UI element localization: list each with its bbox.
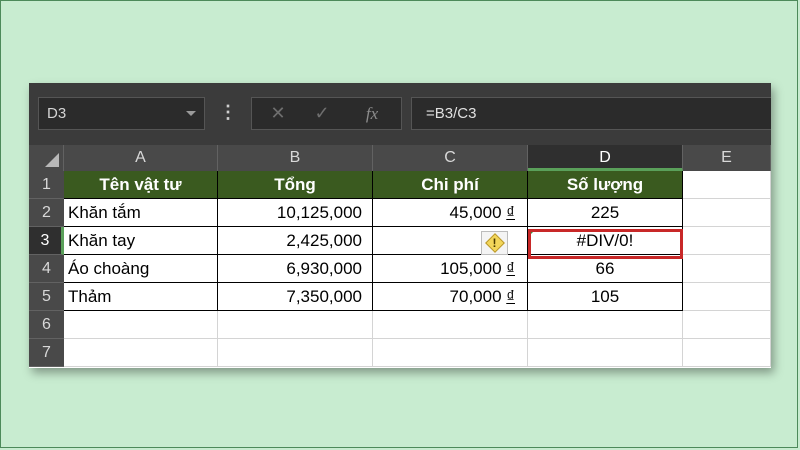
cell-b4[interactable]: 6,930,000 — [218, 255, 373, 283]
cell-d5[interactable]: 105 — [528, 283, 683, 311]
error-warning-button[interactable]: ! — [481, 231, 508, 255]
select-all-button[interactable] — [29, 145, 64, 171]
cell-a7[interactable] — [64, 339, 218, 367]
cell-a6[interactable] — [64, 311, 218, 339]
chevron-down-icon[interactable] — [186, 111, 196, 116]
more-options-icon[interactable]: ⋮ — [219, 97, 237, 130]
currency-symbol: ₫ — [506, 203, 515, 222]
column-header-c[interactable]: C — [373, 145, 528, 171]
row-header-2[interactable]: 2 — [29, 199, 64, 227]
select-all-icon — [45, 153, 59, 167]
cost-value: 45,000 — [449, 203, 502, 222]
exclamation-icon: ! — [492, 236, 497, 250]
cell-a5[interactable]: Thảm — [64, 283, 218, 311]
cell-b5[interactable]: 7,350,000 — [218, 283, 373, 311]
cell-e6[interactable] — [683, 311, 771, 339]
row-header-1[interactable]: 1 — [29, 171, 64, 199]
formula-bar: D3 ⋮ ✕ ✓ fx =B3/C3 — [29, 83, 771, 145]
formula-input[interactable]: =B3/C3 — [411, 97, 771, 130]
cell-a3[interactable]: Khăn tay — [64, 227, 218, 255]
row-header-4[interactable]: 4 — [29, 255, 64, 283]
row-header-6[interactable]: 6 — [29, 311, 64, 339]
cell-e7[interactable] — [683, 339, 771, 367]
header-cell-qty[interactable]: Số lượng — [528, 171, 683, 199]
cell-d6[interactable] — [528, 311, 683, 339]
cell-e5[interactable] — [683, 283, 771, 311]
cell-c5[interactable]: 70,000 ₫ — [373, 283, 528, 311]
column-header-a[interactable]: A — [64, 145, 218, 171]
cell-c2[interactable]: 45,000 ₫ — [373, 199, 528, 227]
column-header-e[interactable]: E — [683, 145, 771, 171]
currency-symbol: ₫ — [506, 287, 515, 306]
cell-e2[interactable] — [683, 199, 771, 227]
selected-cell-highlight — [528, 229, 683, 259]
cell-c4[interactable]: 105,000 ₫ — [373, 255, 528, 283]
currency-symbol: ₫ — [506, 259, 515, 278]
cell-b6[interactable] — [218, 311, 373, 339]
column-header-d[interactable]: D — [528, 145, 683, 171]
cell-c7[interactable] — [373, 339, 528, 367]
cell-d2[interactable]: 225 — [528, 199, 683, 227]
cell-e1[interactable] — [683, 171, 771, 199]
cell-d7[interactable] — [528, 339, 683, 367]
column-header-b[interactable]: B — [218, 145, 373, 171]
row-header-7[interactable]: 7 — [29, 339, 64, 367]
cell-d4[interactable]: 66 — [528, 255, 683, 283]
insert-function-icon[interactable]: fx — [352, 98, 392, 129]
cell-b7[interactable] — [218, 339, 373, 367]
cancel-icon[interactable]: ✕ — [258, 98, 298, 129]
header-cell-total[interactable]: Tổng — [218, 171, 373, 199]
cell-e3[interactable] — [683, 227, 771, 255]
cell-a4[interactable]: Áo choàng — [64, 255, 218, 283]
cost-value: 105,000 — [440, 259, 502, 278]
row-header-5[interactable]: 5 — [29, 283, 64, 311]
cell-b2[interactable]: 10,125,000 — [218, 199, 373, 227]
name-box[interactable]: D3 — [38, 97, 205, 130]
enter-icon[interactable]: ✓ — [302, 98, 342, 129]
cost-value: 70,000 — [449, 287, 502, 306]
row-header-3[interactable]: 3 — [29, 227, 64, 255]
formula-buttons: ✕ ✓ fx — [251, 97, 402, 130]
cell-a2[interactable]: Khăn tắm — [64, 199, 218, 227]
name-box-value: D3 — [47, 105, 67, 122]
cell-e4[interactable] — [683, 255, 771, 283]
header-cell-cost[interactable]: Chi phí — [373, 171, 528, 199]
cell-b3[interactable]: 2,425,000 — [218, 227, 373, 255]
header-cell-name[interactable]: Tên vật tư — [64, 171, 218, 199]
excel-window: D3 ⋮ ✕ ✓ fx =B3/C3 A B C D E 1 2 3 4 5 6… — [29, 83, 771, 368]
cell-c6[interactable] — [373, 311, 528, 339]
